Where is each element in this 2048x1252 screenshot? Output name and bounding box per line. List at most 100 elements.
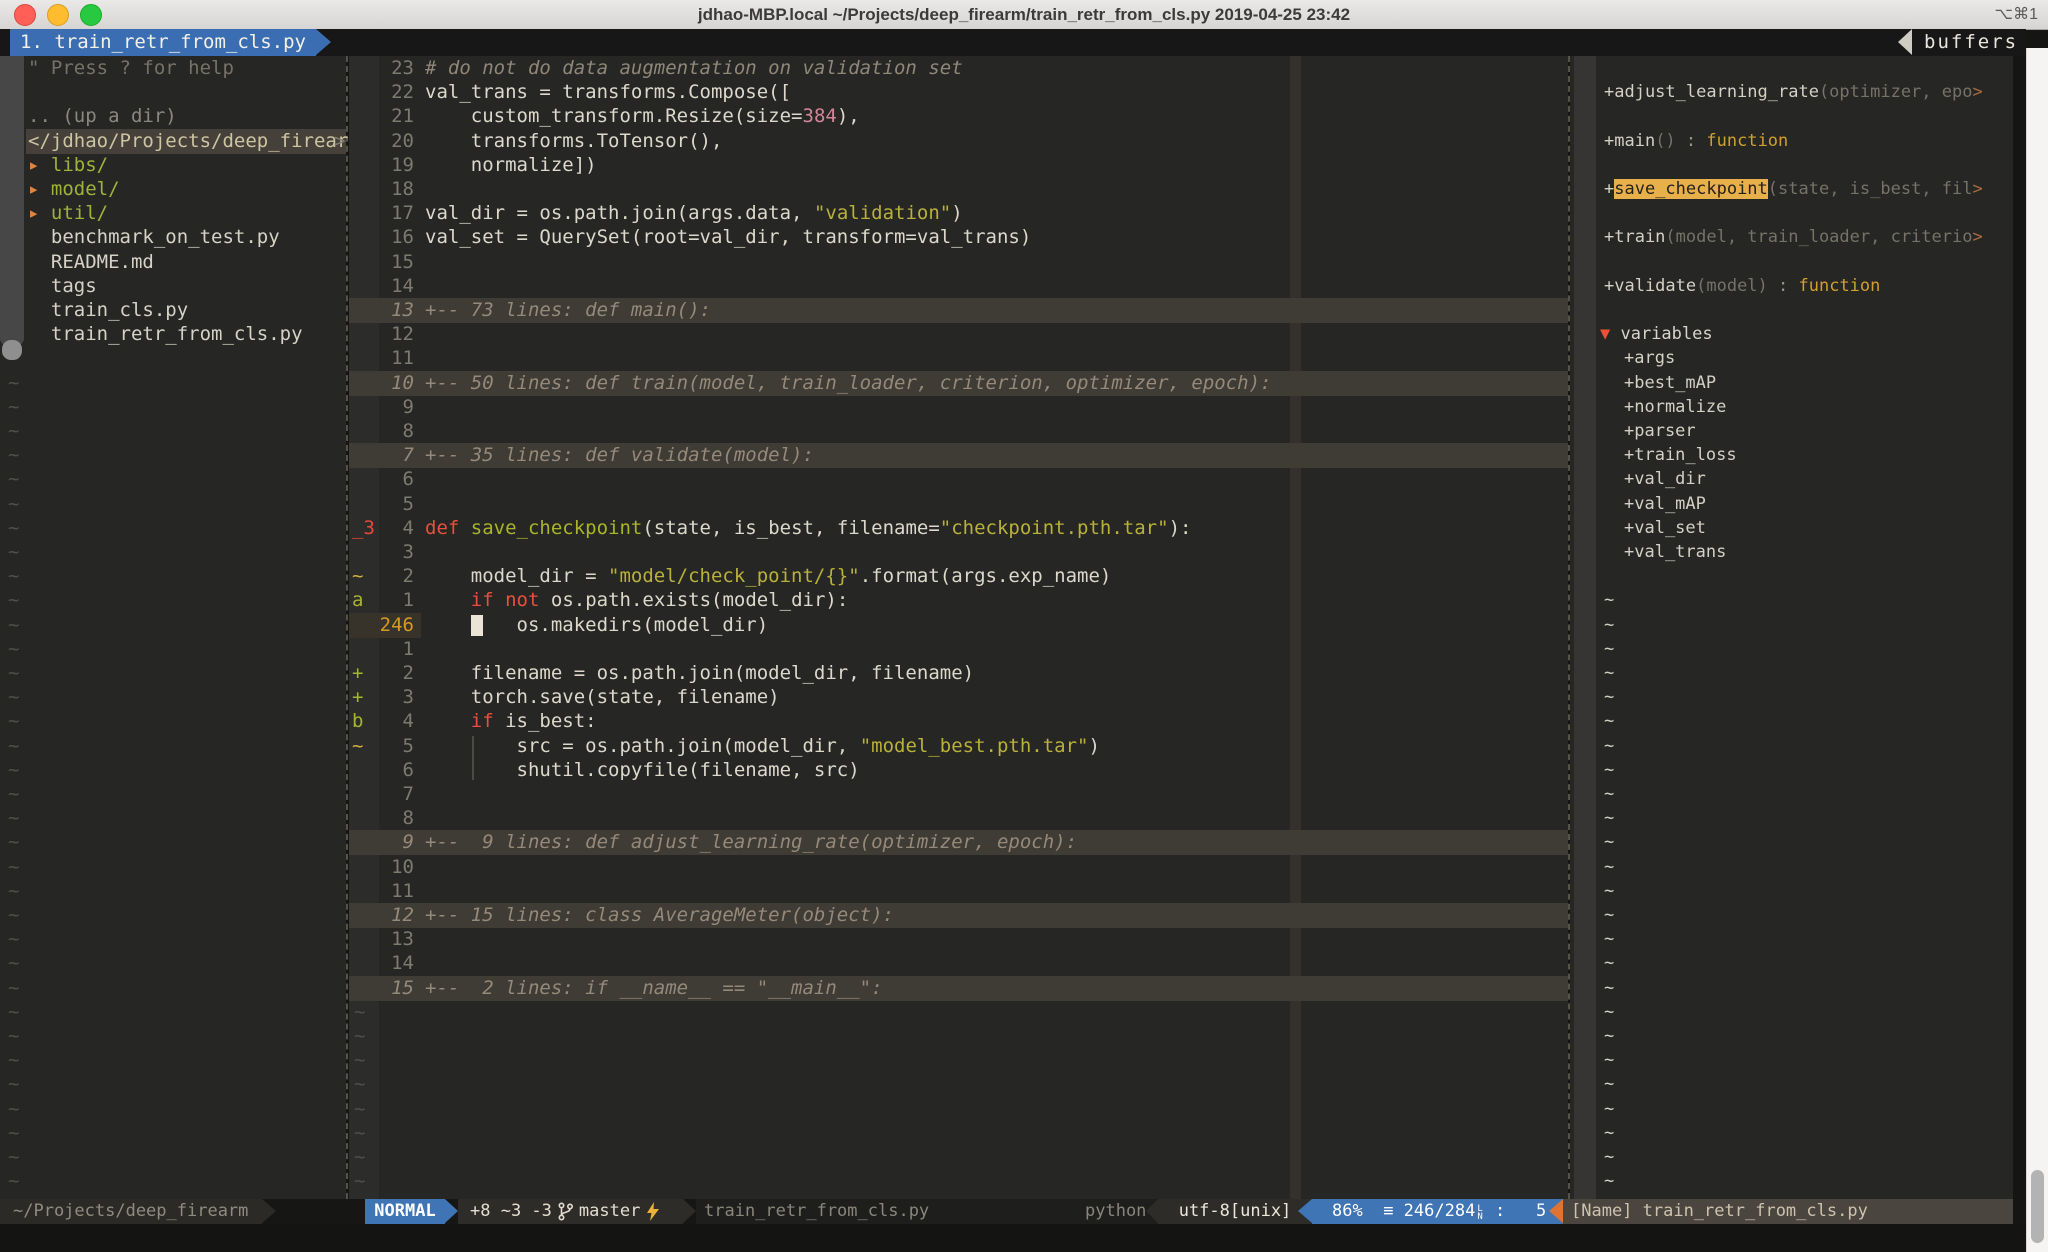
tagbar-variable-train_loss[interactable]: +train_loss — [1624, 443, 2033, 468]
tree-file-item[interactable]: train_cls.py — [28, 298, 374, 323]
nontext-tilde: ~ — [8, 734, 354, 759]
editor-line[interactable]: 1 — [349, 637, 1568, 662]
editor-line[interactable]: 22val_trans = transforms.Compose([ — [349, 80, 1568, 105]
nontext-tilde: ~ — [1604, 903, 2013, 928]
tree-dir-item[interactable]: ▸ model/ — [28, 177, 374, 202]
command-line[interactable] — [0, 1224, 2048, 1252]
editor-line[interactable]: 18 — [349, 177, 1568, 202]
editor-line[interactable]: 12 — [349, 322, 1568, 347]
editor-line[interactable]: 8 — [349, 806, 1568, 831]
editor-line[interactable]: 16val_set = QuerySet(root=val_dir, trans… — [349, 225, 1568, 250]
nontext-tilde: ~ — [354, 1145, 1573, 1170]
nontext-tilde: ~ — [354, 1097, 1573, 1122]
editor-line[interactable]: 10 — [349, 855, 1568, 880]
nontext-tilde: ~ — [8, 782, 354, 807]
colon-separator: : — [1495, 1199, 1505, 1224]
tagbar-variable-val_set[interactable]: +val_set — [1624, 516, 2033, 541]
editor-line[interactable]: 8 — [349, 419, 1568, 444]
nontext-tilde: ~ — [8, 516, 354, 541]
tagbar-variable-parser[interactable]: +parser — [1624, 419, 2033, 444]
left-scrollbar-thumb[interactable] — [2, 340, 22, 360]
nontext-tilde: ~ — [354, 1169, 1573, 1194]
editor-line[interactable]: 15 — [349, 250, 1568, 275]
folded-lines[interactable]: 10+-- 50 lines: def train(model, train_l… — [349, 371, 1568, 396]
editor-line[interactable]: 9 — [349, 395, 1568, 420]
tagbar-entry-train[interactable]: +train(model, train_loader, criterio> — [1604, 225, 2013, 250]
tree-up-dir[interactable]: .. (up a dir) — [28, 104, 374, 129]
powerline-chevron-icon — [1146, 1199, 1158, 1223]
editor-line[interactable]: 13 — [349, 927, 1568, 952]
editor-line[interactable]: 246 os.makedirs(model_dir) — [349, 613, 1568, 638]
line-number: 20 — [352, 129, 414, 154]
editor-line[interactable]: 6 — [349, 467, 1568, 492]
right-scrollbar-thumb[interactable] — [2031, 1170, 2044, 1243]
folded-lines[interactable]: 7+-- 35 lines: def validate(model): — [349, 443, 1568, 468]
folded-lines[interactable]: 9+-- 9 lines: def adjust_learning_rate(o… — [349, 830, 1568, 855]
tab-arrow-icon — [316, 29, 331, 55]
line-number: 5 — [352, 492, 414, 517]
editor-line[interactable]: +2 filename = os.path.join(model_dir, fi… — [349, 661, 1568, 686]
line-number: 11 — [352, 879, 414, 904]
editor-line[interactable]: 20 transforms.ToTensor(), — [349, 129, 1568, 154]
editor-line[interactable]: 19 normalize]) — [349, 153, 1568, 178]
editor-line[interactable]: 5 — [349, 492, 1568, 517]
nontext-tilde: ~ — [8, 661, 354, 686]
tree-root-item[interactable]: </jdhao/Projects/deep_firear — [28, 129, 374, 154]
powerline-arrow-icon — [683, 1199, 696, 1223]
line-number: 6 — [352, 467, 414, 492]
tree-file-item[interactable]: benchmark_on_test.py — [28, 225, 374, 250]
scroll-percent: 86% — [1332, 1199, 1363, 1224]
chevron-right-icon: ▸ — [28, 202, 51, 224]
nontext-tilde: ~ — [8, 685, 354, 710]
editor-line[interactable]: 11 — [349, 879, 1568, 904]
editor-line[interactable]: 23# do not do data augmentation on valid… — [349, 56, 1568, 81]
editor-line[interactable]: _34def save_checkpoint(state, is_best, f… — [349, 516, 1568, 541]
editor-line[interactable]: 7 — [349, 782, 1568, 807]
nontext-tilde: ~ — [8, 1121, 354, 1146]
editor-line[interactable]: ~5 src = os.path.join(model_dir, "model_… — [349, 734, 1568, 759]
editor-line[interactable]: 11 — [349, 346, 1568, 371]
editor-line[interactable]: 6 shutil.copyfile(filename, src) — [349, 758, 1568, 783]
folded-lines[interactable]: 13+-- 73 lines: def main(): — [349, 298, 1568, 323]
right-scrollbar-track[interactable] — [2026, 48, 2048, 1252]
line-number: 2 — [352, 564, 414, 589]
nontext-tilde: ~ — [8, 1097, 354, 1122]
editor-line[interactable]: b4 if is_best: — [349, 709, 1568, 734]
tree-dir-item[interactable]: ▸ libs/ — [28, 153, 374, 178]
tagbar-kind-header[interactable]: ▼ variables — [1600, 322, 2009, 347]
folded-lines[interactable]: 12+-- 15 lines: class AverageMeter(objec… — [349, 903, 1568, 928]
tree-dir-item[interactable]: ▸ util/ — [28, 201, 374, 226]
editor-line[interactable]: +3 torch.save(state, filename) — [349, 685, 1568, 710]
tagbar-variable-best_mAP[interactable]: +best_mAP — [1624, 371, 2033, 396]
nontext-tilde: ~ — [1604, 806, 2013, 831]
tagbar-variable-args[interactable]: +args — [1624, 346, 2033, 371]
tree-file-item[interactable]: tags — [28, 274, 374, 299]
tagbar-variable-val_trans[interactable]: +val_trans — [1624, 540, 2033, 565]
tab-train-retr-from-cls[interactable]: 1. train_retr_from_cls.py — [10, 29, 316, 56]
editor-line[interactable]: 14 — [349, 274, 1568, 299]
tagbar-entry-save_checkpoint[interactable]: +save_checkpoint(state, is_best, fil> — [1604, 177, 2013, 202]
tagbar-variable-normalize[interactable]: +normalize — [1624, 395, 2033, 420]
editor-line[interactable]: 17val_dir = os.path.join(args.data, "val… — [349, 201, 1568, 226]
tagbar-variable-val_mAP[interactable]: +val_mAP — [1624, 492, 2033, 517]
editor-line[interactable]: a1 if not os.path.exists(model_dir): — [349, 588, 1568, 613]
editor-line[interactable]: 14 — [349, 951, 1568, 976]
tagbar-entry-adjust_learning_rate[interactable]: +adjust_learning_rate(optimizer, epo> — [1604, 80, 2013, 105]
folded-lines[interactable]: 15+-- 2 lines: if __name__ == "__main__"… — [349, 976, 1568, 1001]
nontext-tilde: ~ — [8, 1169, 354, 1194]
left-scrollbar[interactable] — [0, 56, 24, 346]
tagbar-variable-val_dir[interactable]: +val_dir — [1624, 467, 2033, 492]
editor-line[interactable]: ~2 model_dir = "model/check_point/{}".fo… — [349, 564, 1568, 589]
line-number: 12 — [352, 322, 414, 347]
tagbar-entry-validate[interactable]: +validate(model) : function — [1604, 274, 2013, 299]
tree-file-item[interactable]: README.md — [28, 250, 374, 275]
editor-line[interactable]: 3 — [349, 540, 1568, 565]
line-position: ≡ 246/284 — [1383, 1199, 1475, 1224]
editor-line[interactable]: 21 custom_transform.Resize(size=384), — [349, 104, 1568, 129]
nontext-tilde: ~ — [1604, 927, 2013, 952]
text-cursor — [471, 615, 483, 636]
statusline-filetype: python — [1085, 1199, 1146, 1224]
tagbar-entry-main[interactable]: +main() : function — [1604, 129, 2013, 154]
tree-file-item[interactable]: train_retr_from_cls.py — [28, 322, 374, 347]
nontext-tilde: ~ — [8, 467, 354, 492]
